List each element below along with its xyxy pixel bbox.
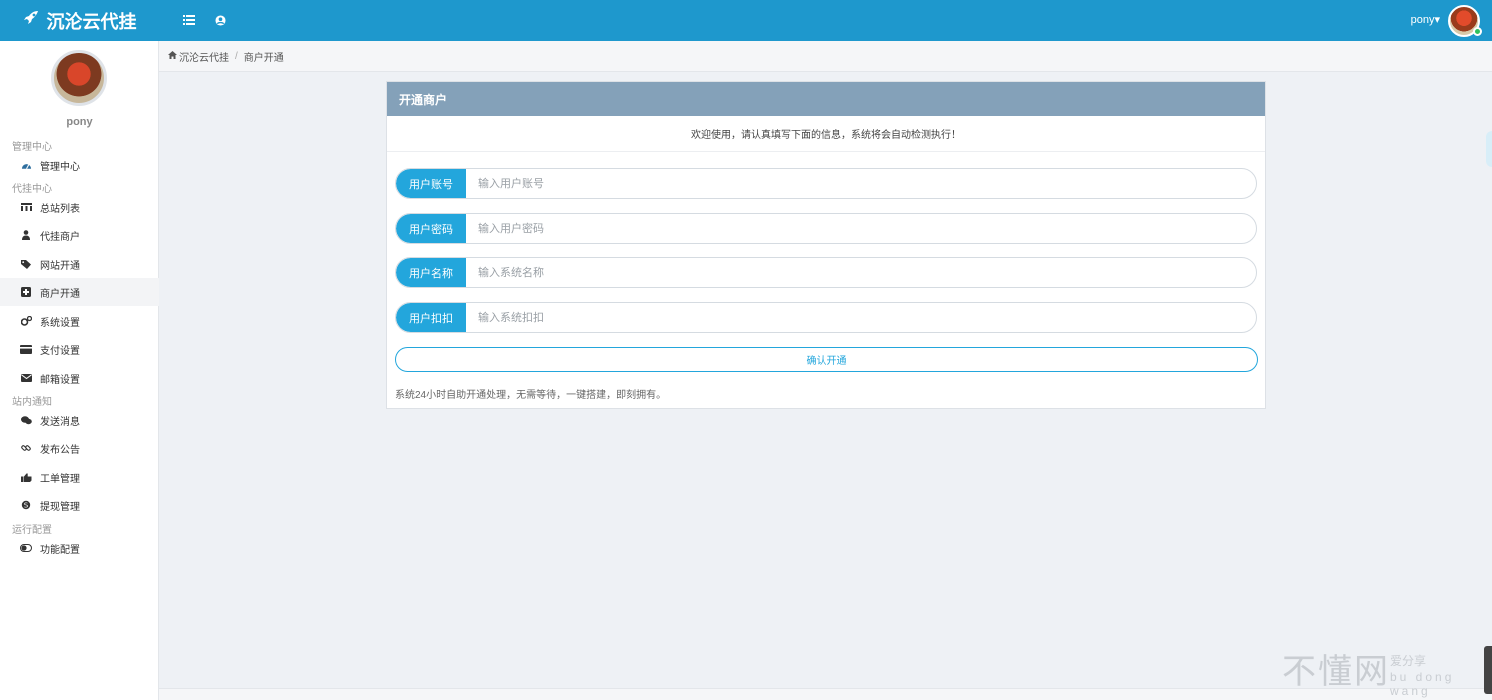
brand-title: 沉沦云代挂 <box>46 11 137 32</box>
envelope-icon <box>20 372 32 384</box>
sidebar-item-label: 代挂商户 <box>40 231 80 243</box>
user-circle-icon[interactable] <box>212 12 228 28</box>
confirm-open-button[interactable]: 确认开通 <box>395 347 1258 372</box>
sidebar-item-tickets[interactable]: 工单管理 <box>0 463 159 491</box>
sidebar-item-label: 发布公告 <box>40 444 80 456</box>
user-menu[interactable]: pony▾ <box>1411 13 1440 26</box>
brand[interactable]: 沉沦云代挂 <box>0 0 159 41</box>
sidebar-item-label: 网站开通 <box>40 260 80 272</box>
panel-notice: 欢迎使用，请认真填写下面的信息，系统将会自动检测执行！ <box>387 116 1265 152</box>
credit-card-icon <box>20 343 32 355</box>
field-label: 用户扣扣 <box>396 303 466 332</box>
sidebar-item-label: 邮箱设置 <box>40 374 80 386</box>
sidebar-item-payment-settings[interactable]: 支付设置 <box>0 335 159 363</box>
sidebar-item-send-message[interactable]: 发送消息 <box>0 406 159 434</box>
cogs-icon <box>20 315 32 327</box>
sidebar-username: pony <box>66 116 93 128</box>
sidebar-item-mail-settings[interactable]: 邮箱设置 <box>0 364 159 392</box>
sidebar-avatar <box>51 50 107 106</box>
link-icon <box>20 442 32 454</box>
bars-icon <box>20 201 32 213</box>
username-input[interactable] <box>466 169 1256 198</box>
display-name-input[interactable] <box>466 258 1256 287</box>
sidebar-item-feature-config[interactable]: 功能配置 <box>0 534 159 562</box>
sidebar-item-announcement[interactable]: 发布公告 <box>0 434 159 462</box>
chat-icon <box>20 414 32 426</box>
sidebar-item-label: 提现管理 <box>40 501 80 513</box>
topbar-username: pony <box>1410 14 1435 26</box>
menu-toggle-icon[interactable] <box>181 12 197 28</box>
skype-icon: S <box>20 499 32 511</box>
sidebar-item-system-settings[interactable]: 系统设置 <box>0 307 159 335</box>
sidebar-item-merchants[interactable]: 代挂商户 <box>0 221 159 249</box>
sidebar-item-label: 功能配置 <box>40 544 80 556</box>
online-status-icon <box>1473 27 1482 36</box>
dashboard-icon <box>20 159 32 171</box>
display-name-field: 用户名称 <box>395 257 1257 288</box>
breadcrumb: 沉沦云代挂 / 商户开通 <box>159 41 1492 72</box>
plus-square-icon <box>20 286 32 298</box>
panel-footer-note: 系统24小时自助开通处理，无需等待，一键搭建，即刻拥有。 <box>395 390 667 401</box>
sidebar-item-label: 系统设置 <box>40 317 80 329</box>
toggle-icon <box>20 542 32 554</box>
field-label: 用户账号 <box>396 169 466 198</box>
watermark-tagline: 爱分享 <box>1390 654 1427 668</box>
qq-input[interactable] <box>466 303 1256 332</box>
sidebar-item-label: 发送消息 <box>40 416 80 428</box>
watermark-pinyin: bu dong wang <box>1390 670 1455 698</box>
sidebar-item-dashboard[interactable]: 管理中心 <box>0 151 159 179</box>
password-input[interactable] <box>466 214 1256 243</box>
qq-field: 用户扣扣 <box>395 302 1257 333</box>
sidebar-item-withdrawals[interactable]: S 提现管理 <box>0 491 159 519</box>
sidebar-item-label: 工单管理 <box>40 473 80 485</box>
breadcrumb-separator: / <box>235 50 238 62</box>
sidebar-item-label: 总站列表 <box>40 203 80 215</box>
open-merchant-panel: 开通商户 欢迎使用，请认真填写下面的信息，系统将会自动检测执行！ 用户账号 用户… <box>386 81 1266 409</box>
sidebar-item-site-open[interactable]: 网站开通 <box>0 250 159 278</box>
field-label: 用户名称 <box>396 258 466 287</box>
top-navbar: 沉沦云代挂 pony▾ <box>0 0 1492 41</box>
panel-title: 开通商户 <box>387 82 1265 116</box>
breadcrumb-home-link[interactable]: 沉沦云代挂 <box>179 49 229 64</box>
scroll-handle[interactable] <box>1484 646 1492 694</box>
thumbs-up-icon <box>20 471 32 483</box>
sidebar-item-merchant-open[interactable]: 商户开通 <box>0 278 159 306</box>
sidebar-item-label: 支付设置 <box>40 345 80 357</box>
caret-down-icon: ▾ <box>1434 14 1440 26</box>
rocket-icon <box>23 10 39 31</box>
sidebar: pony 管理中心 管理中心 代挂中心 总站列表 代挂商户 网站开通 商户开通 … <box>0 41 159 700</box>
password-field: 用户密码 <box>395 213 1257 244</box>
svg-text:S: S <box>24 502 29 510</box>
breadcrumb-current: 商户开通 <box>243 52 284 64</box>
home-icon <box>168 50 177 62</box>
sidebar-item-label: 商户开通 <box>40 288 80 300</box>
side-drawer-handle[interactable] <box>1486 131 1492 167</box>
sidebar-item-site-list[interactable]: 总站列表 <box>0 193 159 221</box>
sidebar-item-label: 管理中心 <box>40 161 80 173</box>
watermark-logo: 不懂网 <box>1282 652 1390 692</box>
field-label: 用户密码 <box>396 214 466 243</box>
tag-icon <box>20 258 32 270</box>
username-field: 用户账号 <box>395 168 1257 199</box>
user-icon <box>20 229 32 241</box>
